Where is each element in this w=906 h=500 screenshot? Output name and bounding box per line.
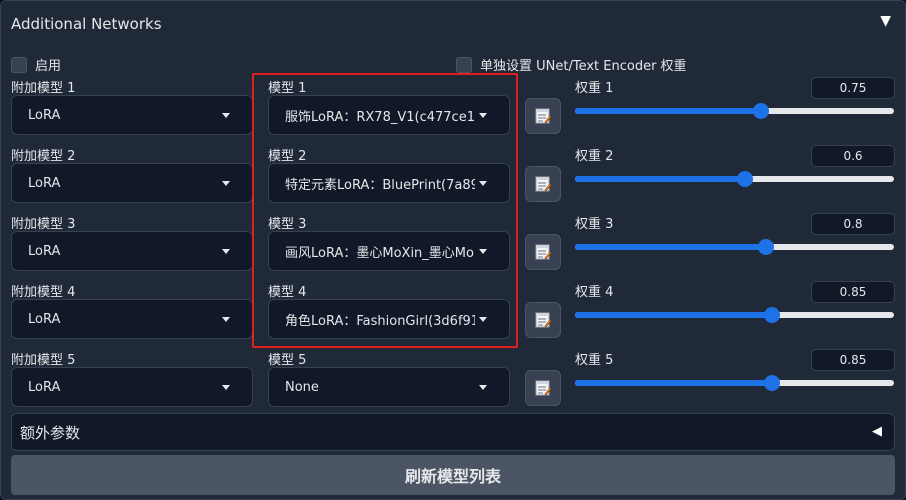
model-label: 模型 3 <box>268 217 307 232</box>
extra-params-label: 额外参数 <box>20 423 81 442</box>
slider-thumb[interactable] <box>763 375 780 391</box>
chevron-down-icon <box>479 113 487 118</box>
weight-input[interactable]: 0.6 <box>811 145 895 167</box>
enable-checkbox[interactable] <box>11 56 27 73</box>
collapse-toggle-icon[interactable]: ▼ <box>880 13 891 29</box>
edit-metadata-button[interactable] <box>525 166 561 202</box>
slider-fill <box>575 380 772 386</box>
addon-type-value: LoRA <box>28 107 61 123</box>
edit-metadata-button[interactable] <box>525 302 561 338</box>
additional-networks-panel: Additional Networks ▼ 启用 单独设置 UNet/Text … <box>0 0 906 500</box>
chevron-down-icon <box>479 317 487 322</box>
addon-type-value: LoRA <box>28 311 61 327</box>
chevron-down-icon <box>479 249 487 254</box>
addon-model-label: 附加模型 2 <box>11 149 76 164</box>
addon-model-label: 附加模型 3 <box>11 217 76 232</box>
chevron-down-icon <box>222 113 230 118</box>
enable-label: 启用 <box>35 59 62 74</box>
extra-params-accordion[interactable]: 额外参数 ◀ <box>11 413 895 451</box>
notepad-icon <box>535 244 552 260</box>
slider-thumb[interactable] <box>753 103 770 119</box>
addon-type-dropdown[interactable]: LoRA <box>11 367 253 407</box>
weight-label: 权重 5 <box>575 353 614 368</box>
chevron-down-icon <box>222 249 230 254</box>
notepad-icon <box>535 108 552 124</box>
slider-thumb[interactable] <box>763 307 780 323</box>
chevron-down-icon <box>479 181 487 186</box>
weight-label: 权重 1 <box>575 81 614 96</box>
addon-type-value: LoRA <box>28 175 61 191</box>
model-label: 模型 2 <box>268 149 307 164</box>
notepad-icon <box>535 380 552 396</box>
chevron-down-icon <box>479 385 487 390</box>
weight-slider[interactable] <box>575 239 894 255</box>
addon-model-label: 附加模型 1 <box>11 81 76 96</box>
weight-label: 权重 4 <box>575 285 614 300</box>
notepad-icon <box>535 312 552 328</box>
separate-weight-label: 单独设置 UNet/Text Encoder 权重 <box>480 59 687 74</box>
chevron-down-icon <box>222 181 230 186</box>
model-value: 画风LoRA：墨心MoXin_墨心Mo <box>285 245 474 261</box>
chevron-down-icon <box>222 317 230 322</box>
weight-label: 权重 2 <box>575 149 614 164</box>
separate-weight-checkbox[interactable] <box>456 56 472 73</box>
model-value: None <box>285 379 319 395</box>
edit-metadata-button[interactable] <box>525 98 561 134</box>
slider-thumb[interactable] <box>758 239 775 255</box>
expand-triangle-icon: ◀ <box>872 424 882 439</box>
model-label: 模型 4 <box>268 285 307 300</box>
weight-slider[interactable] <box>575 307 894 323</box>
weight-input[interactable]: 0.85 <box>811 349 895 371</box>
weight-input[interactable]: 0.8 <box>811 213 895 235</box>
refresh-models-button[interactable]: 刷新模型列表 <box>11 455 895 495</box>
addon-type-dropdown[interactable]: LoRA <box>11 163 253 203</box>
slider-thumb[interactable] <box>737 171 754 187</box>
enable-checkbox-row[interactable]: 启用 <box>11 55 61 74</box>
model-dropdown[interactable]: 画风LoRA：墨心MoXin_墨心Mo <box>268 231 510 271</box>
addon-type-value: LoRA <box>28 379 61 395</box>
weight-slider[interactable] <box>575 375 894 391</box>
weight-input[interactable]: 0.75 <box>811 77 895 99</box>
model-value: 角色LoRA：FashionGirl(3d6f91a <box>285 313 475 329</box>
slider-fill <box>575 244 767 250</box>
separate-weight-checkbox-row[interactable]: 单独设置 UNet/Text Encoder 权重 <box>456 55 687 74</box>
slider-fill <box>575 108 762 114</box>
model-dropdown[interactable]: 服饰LoRA：RX78_V1(c477ce14c <box>268 95 510 135</box>
model-value: 服饰LoRA：RX78_V1(c477ce14c <box>285 109 475 125</box>
weight-slider[interactable] <box>575 103 894 119</box>
notepad-icon <box>535 176 552 192</box>
model-dropdown[interactable]: None <box>268 367 510 407</box>
panel-title: Additional Networks <box>11 15 162 33</box>
addon-model-label: 附加模型 4 <box>11 285 76 300</box>
model-dropdown[interactable]: 特定元素LoRA：BluePrint(7a89 <box>268 163 510 203</box>
slider-fill <box>575 176 746 182</box>
weight-slider[interactable] <box>575 171 894 187</box>
addon-type-dropdown[interactable]: LoRA <box>11 231 253 271</box>
model-label: 模型 5 <box>268 353 307 368</box>
addon-type-dropdown[interactable]: LoRA <box>11 299 253 339</box>
model-value: 特定元素LoRA：BluePrint(7a89 <box>285 177 475 193</box>
addon-type-dropdown[interactable]: LoRA <box>11 95 253 135</box>
weight-label: 权重 3 <box>575 217 614 232</box>
edit-metadata-button[interactable] <box>525 370 561 406</box>
model-dropdown[interactable]: 角色LoRA：FashionGirl(3d6f91a <box>268 299 510 339</box>
edit-metadata-button[interactable] <box>525 234 561 270</box>
weight-input[interactable]: 0.85 <box>811 281 895 303</box>
chevron-down-icon <box>222 385 230 390</box>
slider-fill <box>575 312 772 318</box>
addon-type-value: LoRA <box>28 243 61 259</box>
model-label: 模型 1 <box>268 81 307 96</box>
addon-model-label: 附加模型 5 <box>11 353 76 368</box>
